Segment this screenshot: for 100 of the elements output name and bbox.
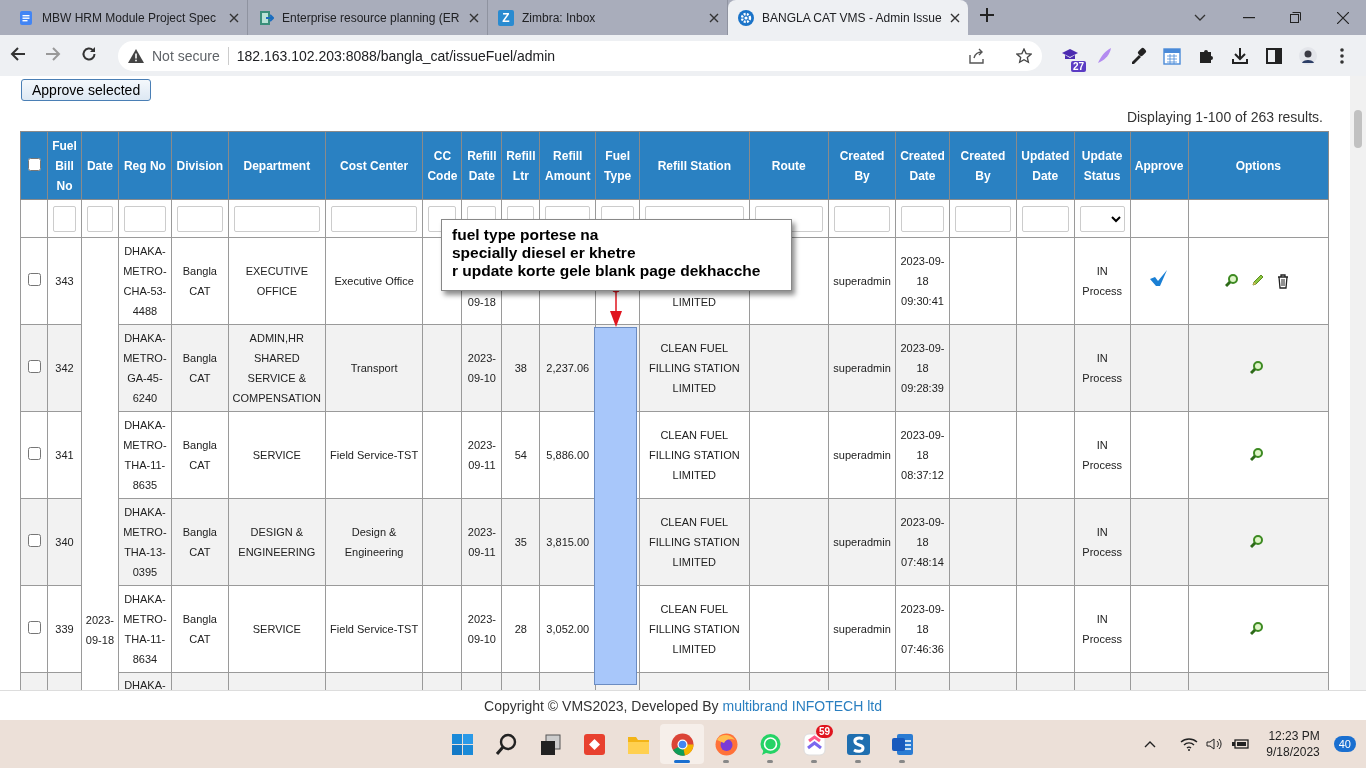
table-cell: 2023-09-18 07:48:14: [895, 498, 950, 586]
filter-field[interactable]: [901, 205, 944, 232]
developer-link[interactable]: multibrand INFOTECH ltd: [722, 697, 882, 714]
callout-tooltip: fuel type portese na specially diesel er khetre r update korte gele blank page dekhacche: [441, 219, 792, 291]
column-header: Division: [171, 131, 229, 200]
close-icon[interactable]: [950, 12, 960, 23]
table-cell: Executive Office: [325, 237, 423, 325]
share-icon[interactable]: [968, 47, 986, 64]
table-cell: IN Process: [1074, 585, 1131, 673]
table-cell: 340: [47, 498, 82, 586]
filter-field[interactable]: [1021, 205, 1069, 232]
app-icon: [845, 731, 871, 757]
calendar-icon[interactable]: [1163, 46, 1181, 65]
table-cell: superadmin: [828, 324, 896, 412]
table-cell: DESIGN & ENGINEERING: [228, 498, 326, 586]
table-cell: superadmin: [828, 585, 896, 673]
back-icon[interactable]: [10, 45, 26, 62]
table-cell: superadmin: [828, 411, 896, 499]
close-icon[interactable]: [709, 12, 719, 23]
filter-field[interactable]: [233, 205, 320, 232]
table-cell: Field Service-TST: [325, 585, 423, 673]
gear-icon: [738, 9, 754, 26]
count-badge: 27: [1070, 60, 1086, 72]
reload-icon[interactable]: [81, 45, 97, 62]
table-cell: CLEAN FUEL FILLING STATION LIMITED: [639, 411, 749, 499]
volume-icon[interactable]: [1206, 737, 1225, 751]
eyedropper-icon[interactable]: [1129, 46, 1147, 65]
column-header: Refill Amount: [539, 131, 596, 200]
column-header: Created By: [828, 131, 896, 200]
table-cell: Field Service-TST: [325, 411, 423, 499]
filter-field[interactable]: [834, 205, 891, 232]
table-cell: Transport: [325, 324, 423, 412]
filter-field[interactable]: [330, 205, 418, 232]
forward-icon[interactable]: [45, 45, 61, 62]
notification-badge[interactable]: 40: [1333, 736, 1356, 752]
table-cell: 2023-09-18: [85, 614, 114, 646]
chevron-up-icon[interactable]: [1144, 740, 1157, 748]
tab-favicon: Z: [498, 9, 514, 26]
download-icon[interactable]: [1231, 46, 1249, 65]
column-header: CC Code: [422, 131, 462, 200]
filter-field[interactable]: [176, 205, 223, 232]
column-header: Refill Date: [461, 131, 502, 200]
column-header: Updated Date: [1016, 131, 1075, 200]
table-cell: 2023-09-11: [461, 411, 502, 499]
clock-time: 12:23 PM: [1267, 728, 1320, 744]
select-all-checkbox[interactable]: [28, 157, 41, 171]
security-label: Not secure: [152, 47, 220, 64]
close-icon[interactable]: [469, 12, 479, 23]
column-header: Refill Ltr: [501, 131, 540, 200]
profile-avatar[interactable]: [1299, 46, 1317, 65]
table-cell: Bangla CAT: [171, 498, 229, 586]
column-header: Department: [228, 131, 326, 200]
table-cell: SERVICE: [228, 585, 326, 673]
wifi-icon[interactable]: [1180, 737, 1199, 751]
filter-field[interactable]: [955, 205, 1011, 232]
column-header: Approve: [1130, 131, 1189, 200]
row-checkbox[interactable]: [28, 447, 41, 460]
row-checkbox[interactable]: [28, 534, 41, 547]
table-cell: EXECUTIVE OFFICE: [228, 237, 326, 325]
close-icon[interactable]: [229, 12, 239, 23]
table-cell: superadmin: [828, 237, 896, 325]
row-checkbox[interactable]: [28, 621, 41, 634]
taskbar-button[interactable]: 59: [792, 724, 836, 764]
address-bar[interactable]: Not secure 182.163.102.203:8088/bangla_cat/issueFuel/admin: [118, 40, 1042, 71]
filter-field[interactable]: [53, 205, 76, 232]
table-cell: DHAKA-METRO-THA-11-8635: [118, 411, 172, 499]
filter-field[interactable]: [123, 205, 166, 232]
battery-icon[interactable]: [1232, 738, 1251, 750]
table-cell: 54: [501, 411, 540, 499]
table-cell: DHAKA-METRO-THA-11-8634: [118, 585, 172, 673]
table-cell: IN Process: [1074, 237, 1131, 325]
row-checkbox[interactable]: [28, 273, 41, 286]
table-cell: superadmin: [828, 498, 896, 586]
chevron-down-icon[interactable]: [1194, 13, 1206, 22]
star-icon[interactable]: [1016, 47, 1032, 64]
column-header: Date: [81, 131, 119, 200]
windows-icon: [449, 731, 475, 757]
column-header: Refill Station: [639, 131, 749, 200]
table-cell: 2023-09-10: [461, 324, 502, 412]
new-tab-icon[interactable]: [980, 8, 994, 22]
document-icon: [889, 731, 915, 757]
row-checkbox[interactable]: [28, 360, 41, 373]
minimize-icon[interactable]: [1243, 16, 1255, 19]
table-cell: CLEAN FUEL FILLING STATION LIMITED: [639, 324, 749, 412]
side-panel-icon[interactable]: [1265, 46, 1283, 65]
filter-field[interactable]: [86, 205, 113, 232]
filter-dropdown[interactable]: [1079, 205, 1125, 232]
warning-icon: [128, 48, 144, 63]
table-cell: 2023-09-18 09:28:39: [895, 324, 950, 412]
approve-selected-button[interactable]: Approve selected: [21, 79, 152, 101]
close-icon[interactable]: [1336, 11, 1349, 24]
browser-tab[interactable]: BANGLA CAT VMS - Admin Issue: [728, 0, 968, 35]
table-cell: 343: [47, 237, 82, 325]
door-icon: [258, 9, 274, 26]
restore-icon[interactable]: [1290, 12, 1301, 23]
column-header: Options: [1188, 131, 1329, 200]
table-cell: 2023-09-10: [461, 585, 502, 673]
copyright-text: Copyright © VMS2023, Developed By: [484, 697, 719, 714]
scrollbar[interactable]: [1350, 76, 1366, 690]
column-header: Fuel Type: [595, 131, 640, 200]
